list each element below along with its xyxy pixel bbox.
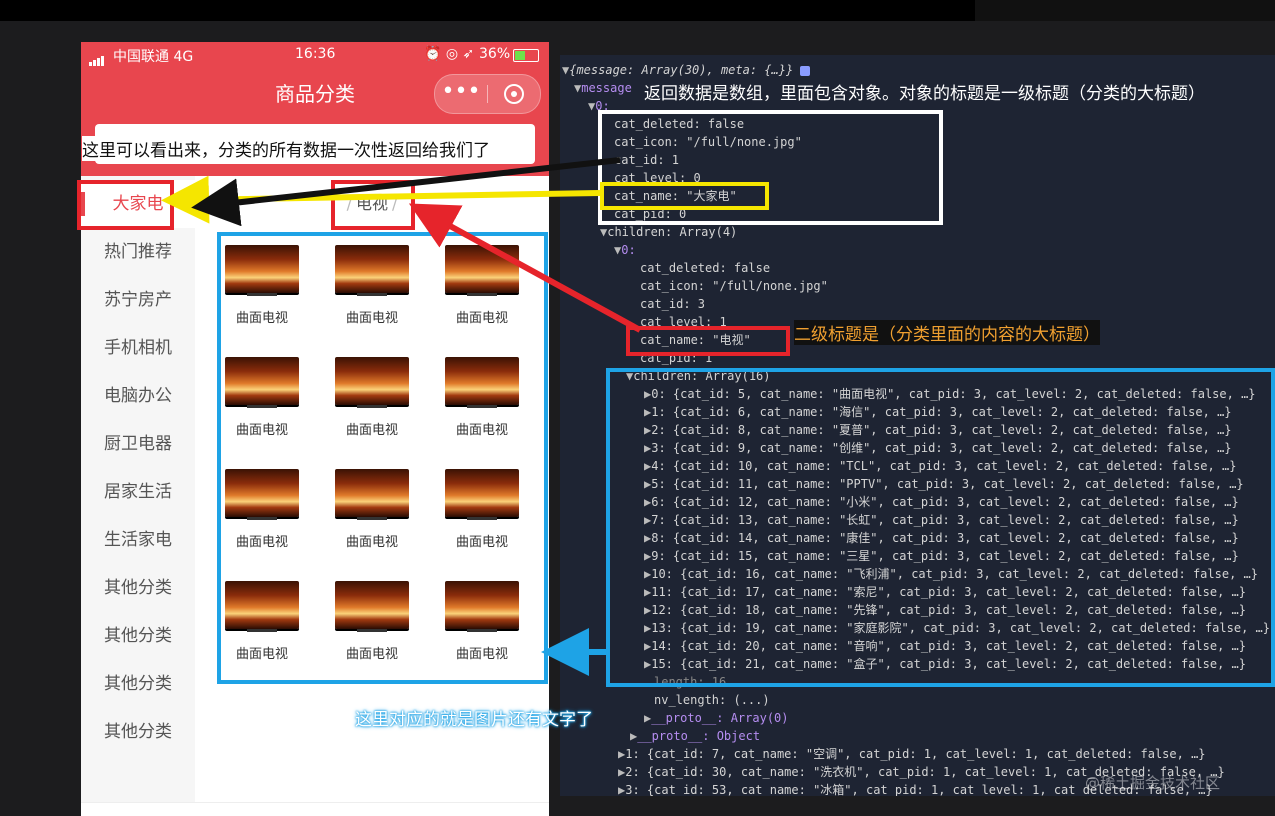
watermark: @稀土掘金技术社区 [1085, 774, 1221, 792]
annotation-top-note: 这里可以看出来，分类的所有数据一次性返回给我们了 [82, 136, 490, 161]
annotation-bottom-note: 这里对应的就是图片还有文字了 [355, 710, 593, 730]
red-arrow [408, 203, 642, 333]
annotation-arrows [161, 157, 642, 676]
annotation-array-note: 返回数据是数组，里面包含对象。对象的标题是一级标题（分类的大标题） [644, 79, 1205, 104]
annotation-second-note: 二级标题是（分类里面的内容的大标题） [794, 320, 1100, 345]
